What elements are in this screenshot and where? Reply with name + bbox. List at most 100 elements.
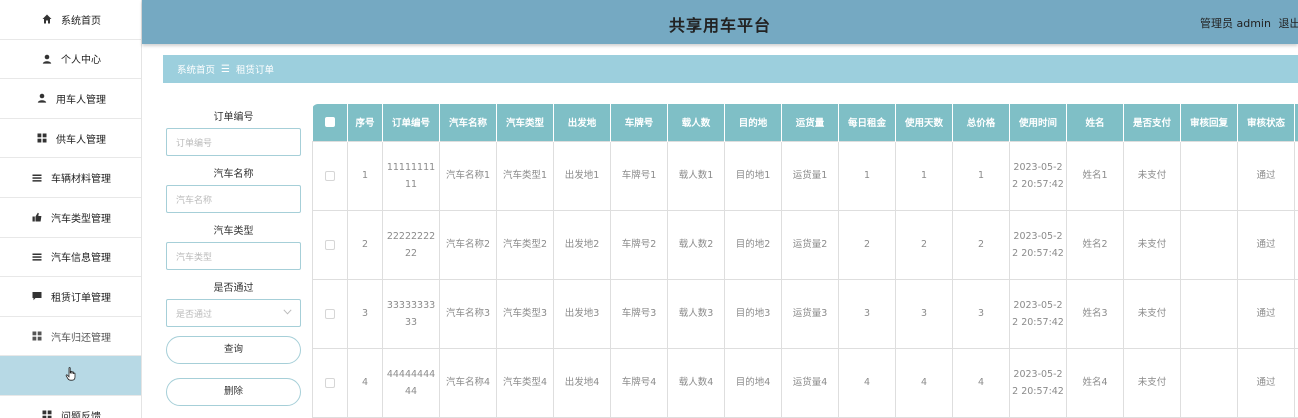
column-header: 运货量 bbox=[781, 104, 839, 141]
column-header: 每日租金 bbox=[838, 104, 896, 141]
chat-icon bbox=[30, 291, 44, 301]
pass-label: 是否通过 bbox=[213, 283, 254, 294]
table-cell: 目的地3 bbox=[724, 278, 782, 349]
sidebar-item-car-return[interactable]: 汽车归还管理 bbox=[0, 316, 141, 357]
list-icon bbox=[30, 173, 44, 183]
table-cell: 汽车类型3 bbox=[496, 278, 554, 349]
delete-button[interactable]: 删除 bbox=[166, 378, 301, 406]
sidebar-item-renter[interactable]: 用车人管理 bbox=[0, 79, 141, 119]
table-cell: 2 bbox=[952, 209, 1010, 280]
table-row[interactable]: 3 3333333333 汽车名称3 汽车类型3 出发地3 车牌号3 载人数3 目的地3 运货量… bbox=[312, 278, 1298, 349]
row-checkbox[interactable] bbox=[325, 170, 335, 181]
table-header-row: 序号 订单编号 汽车名称 汽车类型 出发地 车牌号 载人数 目的地 运货量 每日租金 使用天数 总价格… bbox=[312, 104, 1298, 141]
row-checkbox[interactable] bbox=[325, 308, 335, 319]
table-cell: 汽车名称1 bbox=[439, 140, 497, 211]
row-select-cell[interactable] bbox=[312, 278, 348, 349]
logout-link[interactable]: 退出 bbox=[1278, 17, 1298, 30]
table-cell: 运货量2 bbox=[781, 209, 839, 280]
table-cell: 2023-05-22 20:57:42 bbox=[1009, 347, 1067, 418]
order-no-input[interactable]: 订单编号 bbox=[166, 128, 301, 156]
column-header: 汽车名称 bbox=[439, 104, 497, 141]
table-cell: 车牌号2 bbox=[610, 209, 668, 280]
table-cell: 出发地1 bbox=[553, 140, 611, 211]
grid-icon bbox=[30, 331, 44, 341]
table-cell: 2023-05-22 20:57:42 bbox=[1009, 278, 1067, 349]
home-icon bbox=[40, 14, 54, 24]
table-cell: 1 bbox=[895, 140, 953, 211]
sidebar: 系统首页 个人中心 用车人管理 供车人管理 车辆材料管理 汽车类型管理 汽车信息… bbox=[0, 0, 142, 418]
table-cell: 目的地1 bbox=[724, 140, 782, 211]
sidebar-item-label: 供车人管理 bbox=[56, 134, 106, 146]
car-type-input[interactable]: 汽车类型 bbox=[166, 242, 301, 270]
pass-select[interactable]: 是否通过 bbox=[166, 299, 301, 327]
sidebar-item-rental-orders[interactable]: 租赁订单管理 bbox=[0, 277, 141, 317]
table-cell: 3 bbox=[952, 278, 1010, 349]
table-cell: 通过 bbox=[1237, 209, 1295, 280]
select-all-checkbox[interactable] bbox=[324, 117, 335, 128]
table-cell: 2023-05-22 20:57:42 bbox=[1009, 209, 1067, 280]
table-cell: 出发地2 bbox=[553, 209, 611, 280]
row-checkbox[interactable] bbox=[325, 239, 335, 250]
top-header: 共享用车平台 管理员 admin 退出 bbox=[142, 0, 1298, 44]
table-cell: 载人数4 bbox=[667, 347, 725, 418]
list-icon bbox=[30, 252, 44, 262]
column-header: 使用天数 bbox=[895, 104, 953, 141]
table-cell: 2222222222 bbox=[382, 209, 440, 280]
table-cell-overflow bbox=[1294, 278, 1298, 349]
row-select-cell[interactable] bbox=[312, 347, 348, 418]
table-cell-overflow bbox=[1294, 140, 1298, 211]
table-row[interactable]: 4 4444444444 汽车名称4 汽车类型4 出发地4 车牌号4 载人数4 目的地4 运货量… bbox=[312, 347, 1298, 418]
column-header: 序号 bbox=[347, 104, 383, 141]
order-no-label: 订单编号 bbox=[213, 112, 254, 123]
table-cell: 3 bbox=[838, 278, 896, 349]
table-cell: 载人数3 bbox=[667, 278, 725, 349]
column-header: 车牌号 bbox=[610, 104, 668, 141]
breadcrumb-separator-icon: ☰ bbox=[221, 63, 230, 75]
table-cell: 载人数2 bbox=[667, 209, 725, 280]
sidebar-item-car-type[interactable]: 汽车类型管理 bbox=[0, 197, 141, 238]
table-cell: 1 bbox=[838, 140, 896, 211]
sidebar-item-vehicle-materials[interactable]: 车辆材料管理 bbox=[0, 158, 141, 198]
breadcrumb-home[interactable]: 系统首页 bbox=[177, 62, 215, 76]
table-row[interactable]: 2 2222222222 汽车名称2 汽车类型2 出发地2 车牌号2 载人数2 目的地2 运货量… bbox=[312, 209, 1298, 280]
grid-icon bbox=[40, 410, 54, 418]
table-cell: 车牌号4 bbox=[610, 347, 668, 418]
car-name-input[interactable]: 汽车名称 bbox=[166, 185, 301, 213]
column-header: 姓名 bbox=[1066, 104, 1124, 141]
sidebar-item-home[interactable]: 系统首页 bbox=[0, 0, 141, 40]
sidebar-item-car-info[interactable]: 汽车信息管理 bbox=[0, 237, 141, 278]
admin-label: 管理员 admin bbox=[1200, 17, 1271, 30]
table-cell bbox=[1180, 278, 1238, 349]
sidebar-item-supplier[interactable]: 供车人管理 bbox=[0, 118, 141, 159]
search-panel: 订单编号 订单编号 汽车名称 汽车名称 汽车类型 汽车类型 是否通过 是否通过 … bbox=[166, 108, 301, 406]
sidebar-item-label: 汽车类型管理 bbox=[51, 213, 111, 225]
table-cell: 3 bbox=[347, 278, 383, 349]
table-cell: 1 bbox=[952, 140, 1010, 211]
sidebar-item-feedback[interactable]: 问题反馈 bbox=[0, 395, 141, 418]
orders-table-container: 序号 订单编号 汽车名称 汽车类型 出发地 车牌号 载人数 目的地 运货量 每日租金 使用天数 总价格… bbox=[312, 104, 1298, 418]
table-cell: 汽车类型1 bbox=[496, 140, 554, 211]
table-cell: 目的地4 bbox=[724, 347, 782, 418]
table-cell: 汽车类型2 bbox=[496, 209, 554, 280]
sidebar-item-label: 租赁订单管理 bbox=[51, 292, 111, 304]
table-row[interactable]: 1 1111111111 汽车名称1 汽车类型1 出发地1 车牌号1 载人数1 目的地1 运货量… bbox=[312, 140, 1298, 211]
user-area: 管理员 admin 退出 bbox=[1200, 15, 1298, 31]
sidebar-item-label: 汽车归还管理 bbox=[51, 332, 111, 344]
table-cell: 通过 bbox=[1237, 347, 1295, 418]
table-cell: 汽车名称3 bbox=[439, 278, 497, 349]
sidebar-item-active[interactable] bbox=[0, 356, 141, 396]
select-all-header[interactable] bbox=[312, 104, 348, 141]
table-cell: 姓名4 bbox=[1066, 347, 1124, 418]
table-cell: 出发地3 bbox=[553, 278, 611, 349]
sidebar-item-profile[interactable]: 个人中心 bbox=[0, 39, 141, 80]
column-header: 审核回复 bbox=[1180, 104, 1238, 141]
row-select-cell[interactable] bbox=[312, 140, 348, 211]
table-cell: 4 bbox=[347, 347, 383, 418]
grid-icon bbox=[35, 133, 49, 143]
row-select-cell[interactable] bbox=[312, 209, 348, 280]
column-header-overflow bbox=[1294, 104, 1298, 141]
orders-table: 序号 订单编号 汽车名称 汽车类型 出发地 车牌号 载人数 目的地 运货量 每日租金 使用天数 总价格… bbox=[312, 104, 1298, 418]
sidebar-item-label: 问题反馈 bbox=[61, 411, 101, 418]
row-checkbox[interactable] bbox=[325, 377, 335, 388]
query-button[interactable]: 查询 bbox=[166, 336, 301, 364]
